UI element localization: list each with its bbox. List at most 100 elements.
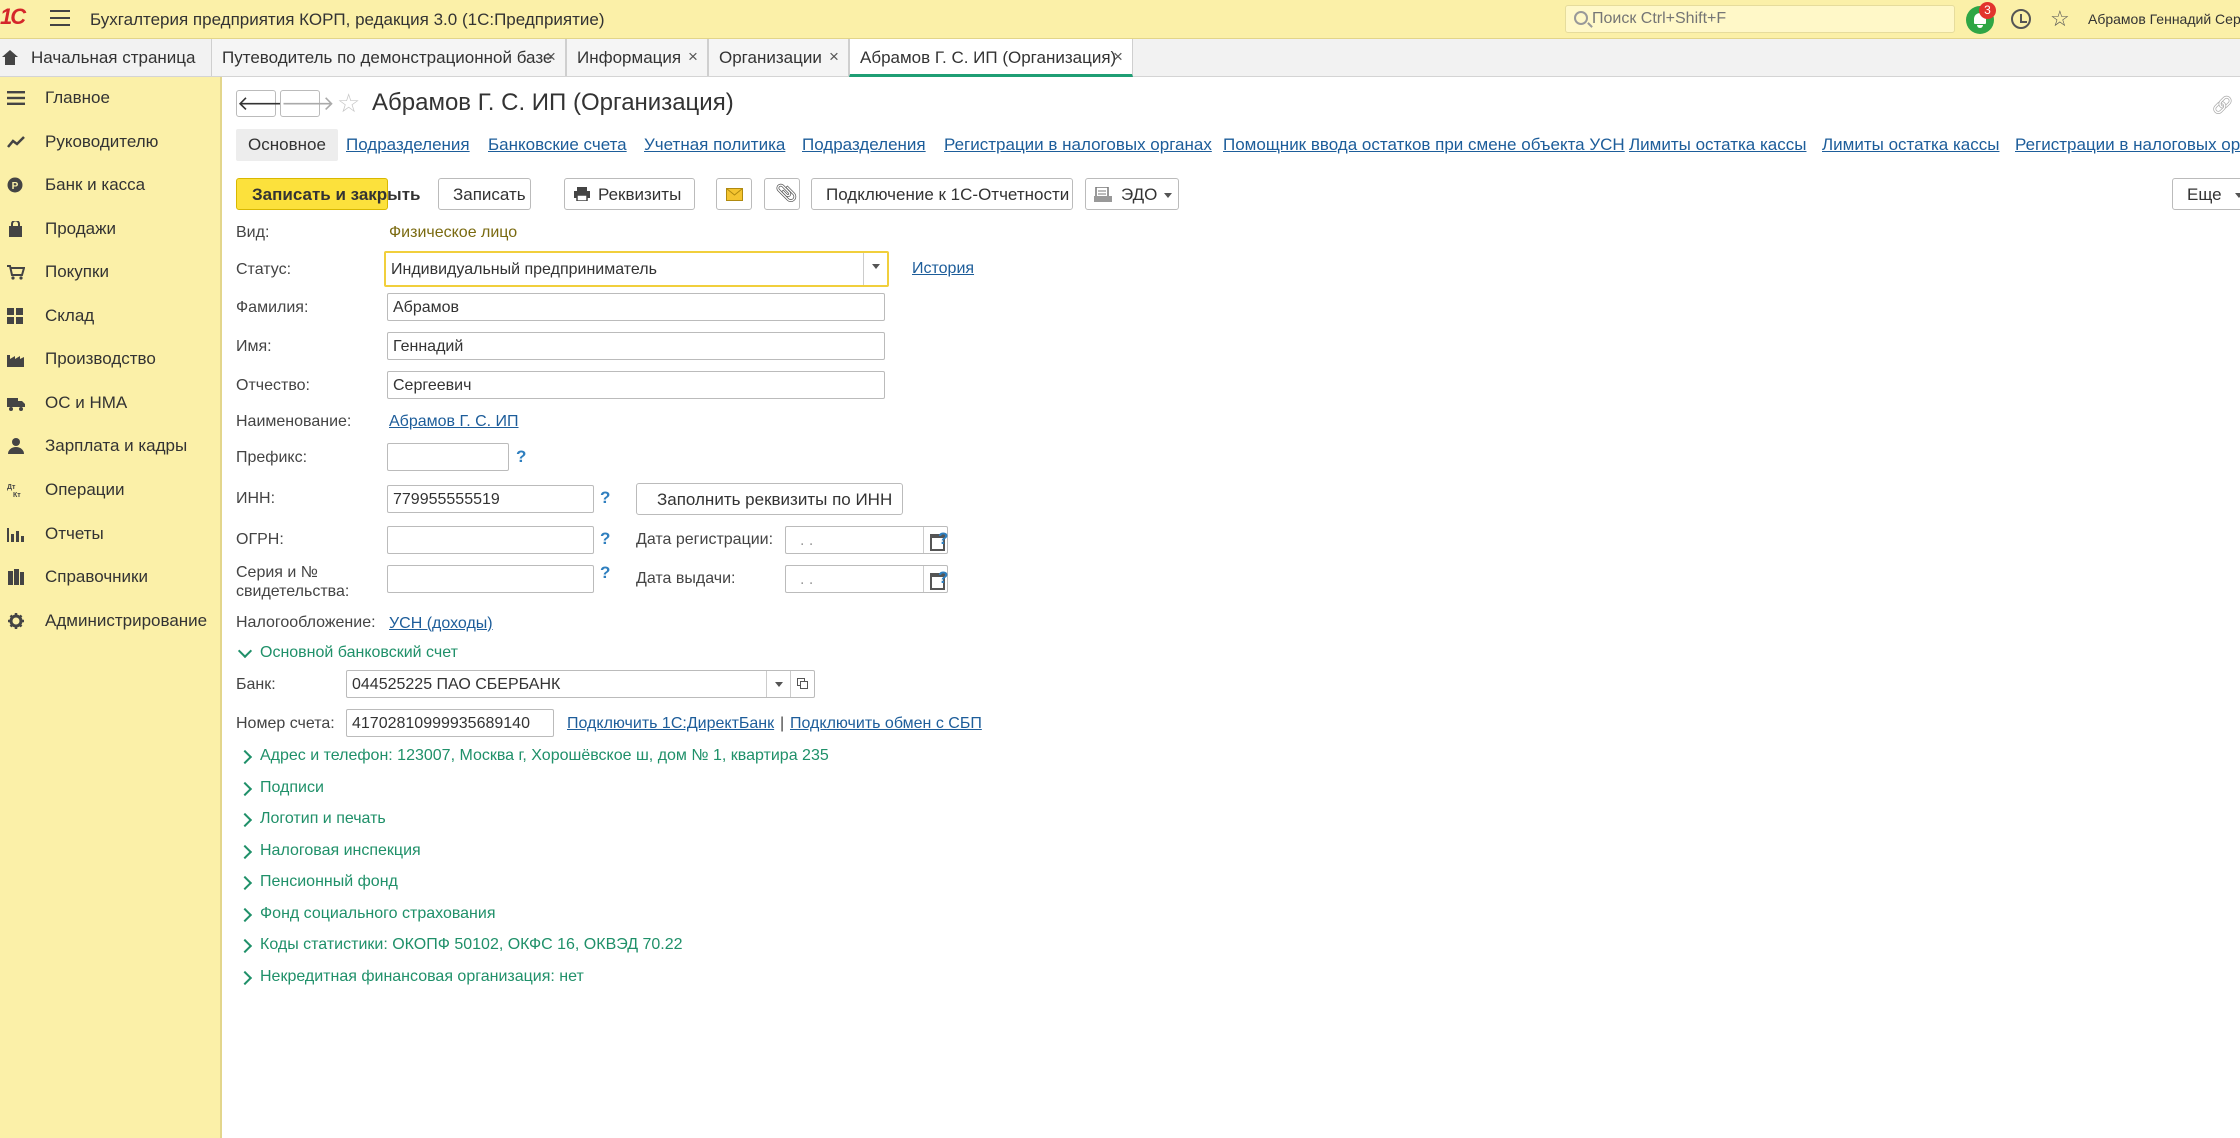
back-button[interactable]: 🡐 (236, 90, 291, 117)
sidebar-item-main[interactable]: Главное (0, 80, 220, 116)
main-menu-icon[interactable] (50, 10, 70, 28)
nav-link-tax-registrations[interactable]: Регистрации в налоговых органах (944, 135, 1212, 155)
tab-organizations[interactable]: Организации × (708, 39, 849, 76)
tab-label: Абрамов Г. С. ИП (Организация) (860, 48, 1117, 67)
chevron-down-icon (237, 643, 253, 659)
app-logo[interactable]: 1С (0, 4, 36, 34)
edo-button[interactable]: ЭДО (1085, 178, 1179, 210)
paperclip-icon: 📎︎ (775, 183, 798, 203)
app-title: Бухгалтерия предприятия КОРП, редакция 3… (90, 10, 605, 29)
patronymic-field[interactable]: Сергеевич (387, 371, 885, 399)
surname-field[interactable]: Абрамов (387, 293, 885, 321)
close-icon[interactable]: × (688, 47, 698, 67)
global-search[interactable] (1565, 5, 1955, 33)
cert-field[interactable] (387, 565, 594, 593)
naim-link[interactable]: Абрамов Г. С. ИП (389, 413, 519, 431)
fill-by-inn-button[interactable]: Заполнить реквизиты по ИНН (636, 483, 903, 515)
prefix-label: Префикс: (236, 449, 308, 466)
sidebar-item-operations[interactable]: Дт Кт Операции (0, 472, 220, 508)
sidebar-item-reports[interactable]: Отчеты (0, 516, 220, 552)
tab-info[interactable]: Информация × (566, 39, 708, 76)
current-user[interactable]: Абрамов Геннадий Серге (2088, 11, 2240, 27)
vid-label: Вид: (236, 224, 270, 241)
connect-direct-bank-link[interactable]: Подключить 1С:ДиректБанк (567, 715, 774, 733)
inn-field[interactable]: 779955555519 (387, 485, 594, 513)
page-title: Абрамов Г. С. ИП (Организация) (372, 89, 734, 116)
tab-label: Организации (719, 48, 822, 67)
favorites-star-icon[interactable]: ☆ (2050, 6, 2070, 32)
help-question-icon[interactable]: ? (938, 529, 948, 549)
sidebar-item-payroll[interactable]: Зарплата и кадры (0, 428, 220, 464)
gear-icon (8, 613, 24, 629)
save-button[interactable]: Записать (438, 178, 531, 210)
connect-reporting-button[interactable]: Подключение к 1С-Отчетности (811, 178, 1073, 210)
nav-link-bank-accounts[interactable]: Банковские счета (488, 135, 627, 155)
open-icon[interactable] (790, 671, 814, 697)
bank-select[interactable]: 044525225 ПАО СБЕРБАНК (346, 670, 815, 698)
nav-link-cash-limits[interactable]: Лимиты остатка кассы (1629, 135, 1806, 155)
sidebar-item-sales[interactable]: Продажи (0, 211, 220, 247)
favorite-star-icon[interactable]: ☆ (337, 89, 360, 117)
name-field[interactable]: Геннадий (387, 332, 885, 360)
nav-link-tax-registrations-2[interactable]: Регистрации в налоговых орга (2015, 135, 2240, 155)
chevron-down-icon[interactable] (863, 253, 887, 285)
help-question-icon[interactable]: ? (516, 447, 526, 467)
search-input[interactable] (1592, 9, 1947, 29)
sidebar-item-label: Банк и касса (45, 175, 146, 194)
prefix-field[interactable] (387, 443, 509, 471)
chevron-down-icon (2235, 193, 2240, 198)
name-label: Имя: (236, 338, 272, 355)
factory-icon (7, 355, 24, 367)
chevron-down-icon[interactable] (766, 671, 790, 697)
close-icon[interactable]: × (546, 47, 556, 67)
bank-label: Банк: (236, 676, 276, 693)
nav-link-cash-limits-2[interactable]: Лимиты остатка кассы (1822, 135, 1999, 155)
sidebar-item-bank[interactable]: P Банк и касса (0, 167, 220, 203)
sidebar-item-production[interactable]: Производство (0, 341, 220, 377)
tab-main[interactable]: Основное (236, 129, 338, 161)
tab-guide[interactable]: Путеводитель по демонстрационной базе × (211, 39, 566, 76)
history-icon[interactable] (2011, 9, 2031, 29)
link-icon[interactable]: 🔗︎ (2211, 95, 2234, 115)
email-button[interactable] (716, 178, 752, 210)
chevron-right-icon (237, 875, 253, 891)
sidebar-item-warehouse[interactable]: Склад (0, 298, 220, 334)
chevron-right-icon (237, 970, 253, 986)
account-number-field[interactable]: 41702810999935689140 (346, 709, 554, 737)
nav-link-accounting-policy[interactable]: Учетная политика (644, 135, 785, 155)
history-link[interactable]: История (912, 260, 974, 278)
chevron-down-icon (1164, 193, 1172, 198)
nav-link-departments-2[interactable]: Подразделения (802, 135, 926, 155)
sidebar-item-manager[interactable]: Руководителю (0, 124, 220, 160)
books-icon (8, 569, 24, 585)
forward-button[interactable]: 🡒 (280, 90, 335, 117)
sidebar-item-fixed-assets[interactable]: ОС и НМА (0, 385, 220, 421)
close-icon[interactable]: × (1113, 47, 1123, 67)
ogrn-field[interactable] (387, 526, 594, 554)
connect-sbp-link[interactable]: Подключить обмен с СБП (790, 715, 982, 733)
help-question-icon[interactable]: ? (600, 529, 610, 549)
sidebar-item-directories[interactable]: Справочники (0, 559, 220, 595)
reg-date-field[interactable]: . . (785, 526, 948, 554)
help-question-icon[interactable]: ? (938, 568, 948, 588)
sidebar-item-label: ОС и НМА (45, 393, 128, 412)
tax-link[interactable]: УСН (доходы) (389, 615, 493, 633)
sidebar-item-purchases[interactable]: Покупки (0, 254, 220, 290)
tab-home[interactable]: Начальная страница (0, 39, 210, 76)
sidebar-item-label: Справочники (45, 567, 148, 586)
help-question-icon[interactable]: ? (600, 488, 610, 508)
more-button[interactable]: Еще (2172, 178, 2240, 210)
save-and-close-button[interactable]: Записать и закрыть (236, 178, 420, 210)
tab-abramov[interactable]: Абрамов Г. С. ИП (Организация) × (849, 39, 1133, 77)
help-question-icon[interactable]: ? (600, 563, 610, 583)
tab-label: Путеводитель по демонстрационной базе (222, 48, 553, 67)
requisites-button[interactable]: Реквизиты (564, 178, 695, 210)
close-icon[interactable]: × (829, 47, 839, 67)
attachments-button[interactable]: 📎︎ (764, 178, 800, 210)
chevron-right-icon (237, 907, 253, 923)
issue-date-field[interactable]: . . (785, 565, 948, 593)
status-select[interactable]: Индивидуальный предприниматель (384, 251, 889, 287)
sidebar-item-administration[interactable]: Администрирование (0, 603, 220, 639)
nav-link-usn-balance-wizard[interactable]: Помощник ввода остатков при смене объект… (1223, 135, 1625, 155)
nav-link-departments[interactable]: Подразделения (346, 135, 470, 155)
